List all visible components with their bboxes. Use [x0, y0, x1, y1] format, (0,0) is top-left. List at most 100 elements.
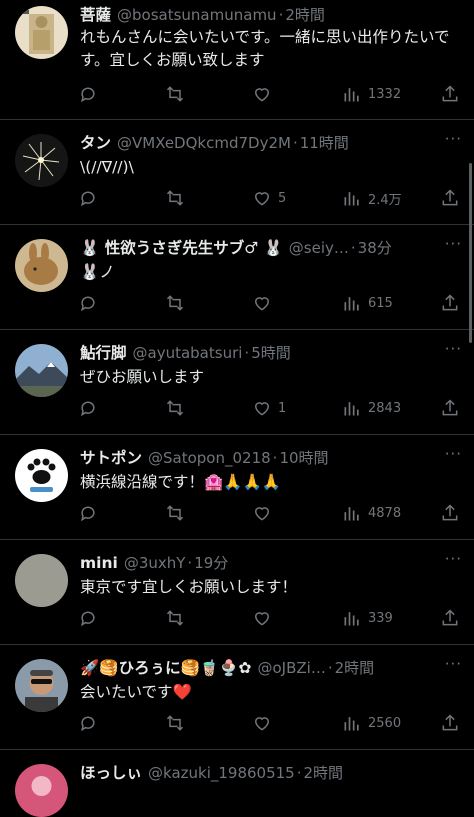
tweet[interactable]: 鮎行脚 @ayutabatsuri · 5時間 ··· ぜひお願いします 1 2843 [0, 330, 474, 435]
display-name[interactable]: 🐰 性欲うさぎ先生サブ♂ 🐰 [80, 239, 283, 257]
more-options-icon[interactable]: ··· [445, 235, 462, 253]
timestamp[interactable]: 11時間 [300, 134, 349, 152]
user-handle[interactable]: @3uxhY [124, 554, 186, 572]
retweet-button[interactable] [165, 186, 191, 210]
share-button[interactable] [440, 606, 460, 630]
like-button[interactable] [252, 711, 278, 735]
user-handle[interactable]: @Satopon_0218 [148, 449, 271, 467]
more-options-icon[interactable]: ··· [445, 130, 462, 148]
display-name[interactable]: タン [80, 134, 111, 152]
tweet[interactable]: ほっしぃ @kazuki_19860515 · 2時間 [0, 750, 474, 817]
display-name[interactable]: 鮎行脚 [80, 344, 127, 362]
display-name[interactable]: 菩薩 [80, 6, 111, 24]
timestamp[interactable]: 2時間 [335, 659, 375, 677]
reply-button[interactable] [78, 711, 104, 735]
user-handle[interactable]: @oJBZi… [257, 659, 325, 677]
more-options-icon[interactable]: ··· [445, 445, 462, 463]
tweet-header: 🐰 性欲うさぎ先生サブ♂ 🐰 @seiy… · 38分 [80, 235, 434, 261]
retweet-button[interactable] [165, 82, 191, 106]
tweet-text: ぜひお願いします [80, 368, 205, 386]
share-button[interactable] [440, 396, 460, 420]
tweet[interactable]: タン @VMXeDQkcmd7Dy2M · 11時間 ··· \(//∇//)\ 5 … [0, 120, 474, 225]
view-count: 615 [368, 295, 393, 311]
tweet-text: 東京です宜しくお願いします！ [80, 578, 298, 596]
reply-button[interactable] [78, 501, 104, 525]
tweet[interactable]: mini @3uxhY · 19分 ··· 東京です宜しくお願いします！ 339 [0, 540, 474, 645]
display-name[interactable]: 🚀🥞ひろぅに🥞🧋🍨✿ [80, 659, 251, 677]
tweet-header: 菩薩 @bosatsunamunamu · 2時間 [80, 2, 434, 28]
reply-button[interactable] [78, 606, 104, 630]
views-button[interactable]: 2.4万 [342, 186, 402, 210]
timestamp[interactable]: 38分 [358, 239, 392, 257]
like-button[interactable] [252, 606, 278, 630]
dot-separator: · [187, 554, 193, 572]
retweet-button[interactable] [165, 501, 191, 525]
views-button[interactable]: 4878 [342, 501, 401, 525]
avatar[interactable] [15, 6, 68, 59]
share-button[interactable] [440, 291, 460, 315]
views-bar-chart-icon [344, 297, 359, 311]
views-button[interactable]: 1332 [342, 82, 401, 106]
like-button[interactable] [252, 501, 278, 525]
user-handle[interactable]: @ayutabatsuri [133, 344, 243, 362]
avatar[interactable] [15, 764, 68, 817]
share-button[interactable] [440, 186, 460, 210]
share-button[interactable] [440, 501, 460, 525]
retweet-button[interactable] [165, 291, 191, 315]
timestamp[interactable]: 2時間 [285, 6, 325, 24]
share-button[interactable] [440, 82, 460, 106]
share-icon [442, 609, 458, 626]
timestamp[interactable]: 5時間 [251, 344, 291, 362]
retweet-button[interactable] [165, 396, 191, 420]
heart-icon [254, 88, 270, 102]
timestamp[interactable]: 2時間 [304, 764, 344, 782]
display-name[interactable]: サトポン [80, 449, 142, 467]
views-button[interactable]: 339 [342, 606, 393, 630]
tweet[interactable]: 🐰 性欲うさぎ先生サブ♂ 🐰 @seiy… · 38分 ··· 🐰ノ 615 [0, 225, 474, 330]
like-button[interactable] [252, 291, 278, 315]
tweet-header: 🚀🥞ひろぅに🥞🧋🍨✿ @oJBZi… · 2時間 [80, 655, 434, 681]
user-handle[interactable]: @bosatsunamunamu [117, 6, 277, 24]
more-options-icon[interactable]: ··· [445, 655, 462, 673]
reply-icon [81, 611, 95, 627]
reply-icon [81, 401, 95, 417]
retweet-button[interactable] [165, 606, 191, 630]
avatar[interactable] [15, 134, 68, 187]
avatar[interactable] [15, 344, 68, 397]
like-button[interactable]: 5 [252, 186, 286, 210]
user-handle[interactable]: @seiy… [289, 239, 349, 257]
tweet[interactable]: 🚀🥞ひろぅに🥞🧋🍨✿ @oJBZi… · 2時間 ··· 会いたいです❤️ 2560 [0, 645, 474, 750]
scrollbar[interactable] [469, 163, 472, 343]
reply-button[interactable] [78, 186, 104, 210]
avatar[interactable] [15, 449, 68, 502]
reply-button[interactable] [78, 291, 104, 315]
tweet-actions: 339 [78, 606, 460, 630]
reply-button[interactable] [78, 396, 104, 420]
user-handle[interactable]: @VMXeDQkcmd7Dy2M [117, 134, 291, 152]
timestamp[interactable]: 10時間 [279, 449, 328, 467]
reply-button[interactable] [78, 82, 104, 106]
display-name[interactable]: ほっしぃ [80, 764, 142, 782]
retweet-button[interactable] [165, 711, 191, 735]
avatar[interactable] [15, 554, 68, 607]
like-button[interactable]: 1 [252, 396, 286, 420]
dot-separator: · [278, 6, 284, 24]
more-options-icon[interactable]: ··· [445, 340, 462, 358]
share-button[interactable] [440, 711, 460, 735]
avatar[interactable] [15, 659, 68, 712]
avatar[interactable] [15, 239, 68, 292]
views-button[interactable]: 2843 [342, 396, 401, 420]
timestamp[interactable]: 19分 [194, 554, 228, 572]
views-button[interactable]: 615 [342, 291, 393, 315]
rabbit-avatar-icon [15, 239, 68, 292]
tweet[interactable]: 菩薩 @bosatsunamunamu · 2時間 れもんさんに会いたいです。一緒に思… [0, 0, 474, 120]
share-icon [442, 504, 458, 521]
more-options-icon[interactable]: ··· [445, 550, 462, 568]
view-count: 339 [368, 610, 393, 626]
dot-separator: · [350, 239, 356, 257]
display-name[interactable]: mini [80, 554, 118, 572]
user-handle[interactable]: @kazuki_19860515 [148, 764, 295, 782]
tweet[interactable]: サトポン @Satopon_0218 · 10時間 ··· 横浜線沿線です！🏩🙏🙏🙏 … [0, 435, 474, 540]
views-button[interactable]: 2560 [342, 711, 401, 735]
like-button[interactable] [252, 82, 278, 106]
